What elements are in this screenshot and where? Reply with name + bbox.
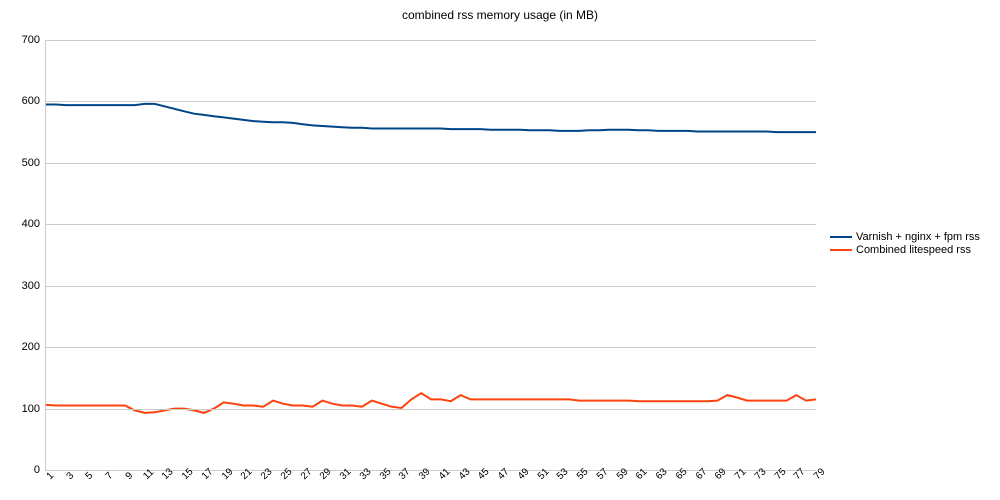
y-tick-label: 100 [22,403,46,415]
series-line [46,104,816,132]
legend: Varnish + nginx + fpm rssCombined litesp… [830,230,980,257]
gridline [46,409,816,410]
x-tick-label: 5 [84,470,96,482]
series-line [46,393,816,413]
y-tick-label: 200 [22,341,46,353]
y-tick-label: 400 [22,218,46,230]
chart-title: combined rss memory usage (in MB) [0,8,1000,22]
legend-label: Combined litespeed rss [856,244,971,256]
x-tick-label: 3 [64,470,76,482]
chart-frame: combined rss memory usage (in MB) 010020… [0,0,1000,500]
gridline [46,40,816,41]
gridline [46,163,816,164]
y-tick-label: 300 [22,280,46,292]
gridline [46,101,816,102]
gridline [46,224,816,225]
legend-label: Varnish + nginx + fpm rss [856,231,980,243]
x-tick-label: 7 [104,470,116,482]
legend-item: Varnish + nginx + fpm rss [830,231,980,243]
y-tick-label: 700 [22,34,46,46]
legend-item: Combined litespeed rss [830,244,980,256]
series-lines [46,40,816,470]
x-tick-label: 9 [124,470,136,482]
plot-area: 0100200300400500600700135791113151719212… [45,40,816,471]
y-tick-label: 600 [22,95,46,107]
gridline [46,347,816,348]
x-tick-label: 1 [45,470,57,482]
legend-swatch [830,249,852,251]
gridline [46,286,816,287]
legend-swatch [830,236,852,238]
y-tick-label: 500 [22,157,46,169]
